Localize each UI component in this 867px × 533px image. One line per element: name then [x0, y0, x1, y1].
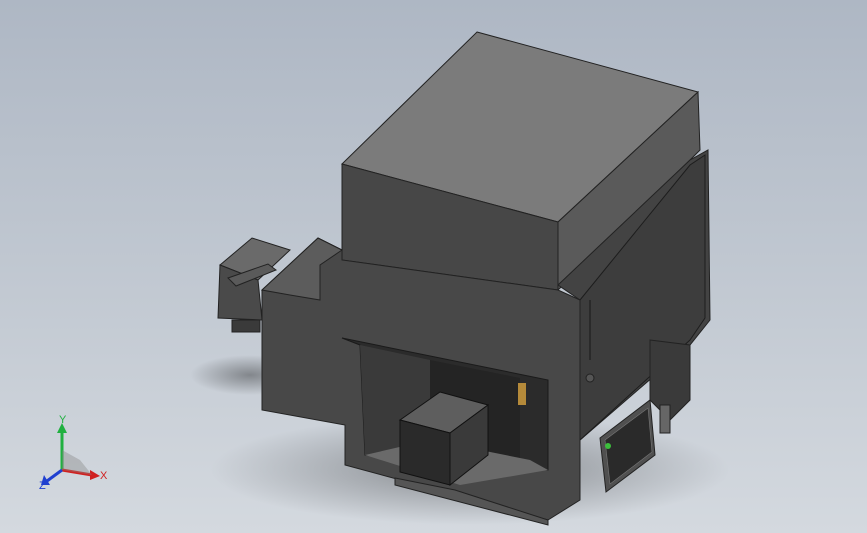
brand-logo — [585, 373, 595, 383]
panel-indicator — [605, 443, 611, 449]
side-unit-gear — [231, 319, 261, 333]
x-axis-label: X — [100, 470, 108, 482]
z-axis-line — [46, 468, 63, 483]
y-axis-label: Y — [59, 415, 67, 426]
graphics-viewport[interactable]: Y X Z — [0, 0, 867, 533]
chamber-accent — [518, 383, 526, 405]
panel-connector — [659, 404, 671, 434]
x-axis-arrow-icon — [90, 470, 100, 480]
z-axis-label: Z — [39, 480, 46, 492]
coordinate-triad[interactable]: Y X Z — [30, 415, 120, 495]
3d-model-view[interactable] — [0, 0, 867, 533]
